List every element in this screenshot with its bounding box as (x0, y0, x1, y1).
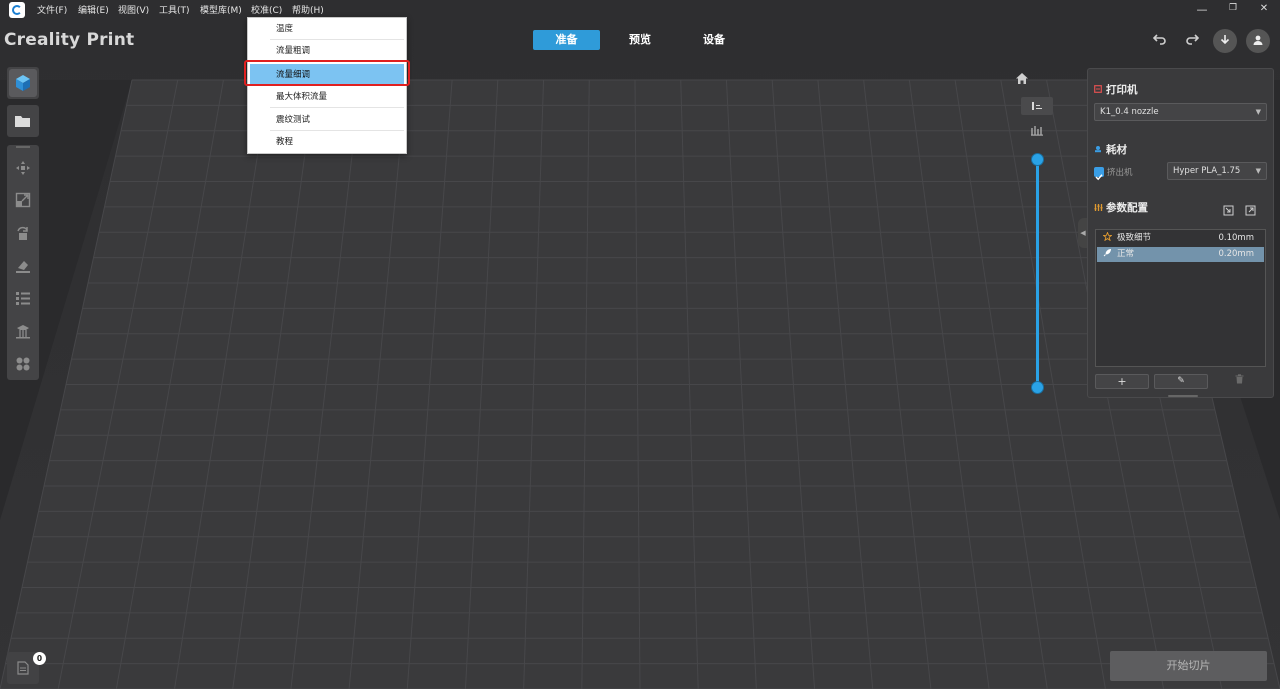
delete-profile-icon[interactable] (1233, 374, 1245, 388)
export-profile-icon[interactable] (1245, 201, 1257, 216)
start-slice-button[interactable]: 开始切片 (1110, 651, 1267, 681)
menu-item-vibration-test[interactable]: 震纹测试 (270, 109, 404, 131)
home-icon[interactable] (1014, 72, 1030, 88)
layer-slider-bottom-handle[interactable] (1031, 381, 1044, 394)
menu-calibration[interactable]: 校准(C) (251, 3, 282, 16)
tab-preview[interactable]: 预览 (616, 30, 664, 50)
app-title: Creality Print (4, 30, 135, 50)
chevron-down-icon: ▼ (1255, 167, 1261, 175)
minimize-icon[interactable]: — (1195, 3, 1209, 16)
scale-icon[interactable] (9, 186, 37, 214)
slice-view-icon[interactable] (1021, 121, 1053, 139)
filament-select-value: Hyper PLA_1.75 (1173, 166, 1241, 176)
right-settings-panel: 打印机 K1_0.4 nozzle ▼ 耗材 挤出机 Hyper PLA_1.7… (1087, 68, 1274, 398)
profile-name: 极致细节 (1117, 233, 1152, 243)
undo-icon[interactable] (1148, 29, 1172, 53)
menu-bar: 文件(F) 编辑(E) 视图(V) 工具(T) 模型库(M) 校准(C) 帮助(… (0, 0, 1280, 20)
chevron-down-icon: ▼ (1255, 108, 1261, 116)
menu-view[interactable]: 视图(V) (118, 3, 149, 16)
arrange-icon[interactable] (9, 350, 37, 378)
printer-icon (1094, 85, 1102, 96)
menu-tools[interactable]: 工具(T) (159, 3, 190, 16)
rocket-icon (1103, 247, 1112, 262)
close-icon[interactable]: ✕ (1257, 3, 1271, 14)
profile-layer-height: 0.10mm (1218, 233, 1255, 243)
import-profile-icon[interactable] (1223, 201, 1235, 216)
extruder-checkbox[interactable] (1094, 167, 1104, 181)
layout-list-icon[interactable] (9, 284, 37, 312)
profile-row-ultra-detail[interactable]: 极致细节 0.10mm (1097, 231, 1264, 246)
profile-settings-icon (1094, 203, 1103, 215)
menu-item-flow-coarse[interactable]: 流量粗调 (270, 40, 404, 62)
menu-file[interactable]: 文件(F) (37, 3, 67, 16)
menu-edit[interactable]: 编辑(E) (78, 3, 109, 16)
restore-icon[interactable]: ❐ (1226, 3, 1240, 13)
layer-slider-track[interactable] (1036, 159, 1039, 387)
printer-select[interactable]: K1_0.4 nozzle ▼ (1094, 103, 1267, 121)
menu-item-max-volumetric-flow[interactable]: 最大体积流量 (270, 86, 404, 108)
highlight-annotation-box (244, 60, 410, 86)
model-count-badge: 0 (33, 652, 46, 665)
profile-name: 正常 (1117, 249, 1135, 259)
layer-slider-top-handle[interactable] (1031, 153, 1044, 166)
profile-list: 极致细节 0.10mm 正常 0.20mm (1095, 229, 1266, 367)
tab-device[interactable]: 设备 (690, 30, 738, 50)
user-icon[interactable] (1246, 29, 1270, 53)
move-icon[interactable] (9, 154, 37, 182)
panel-resize-grip[interactable] (1168, 395, 1198, 397)
filament-section-title: 耗材 (1106, 144, 1127, 156)
profile-row-normal[interactable]: 正常 0.20mm (1097, 247, 1264, 262)
download-icon[interactable] (1213, 29, 1237, 53)
extruder-label: 挤出机 (1107, 168, 1133, 178)
tab-prepare[interactable]: 准备 (533, 30, 600, 50)
add-profile-button[interactable]: + (1095, 374, 1149, 389)
layer-view-icon[interactable] (1021, 97, 1053, 115)
cube-icon[interactable] (9, 69, 37, 97)
printer-section-title: 打印机 (1106, 84, 1138, 96)
app-logo-icon (9, 2, 25, 18)
profile-section-title: 参数配置 (1106, 202, 1148, 214)
menu-help[interactable]: 帮助(H) (292, 3, 324, 16)
filament-select[interactable]: Hyper PLA_1.75 ▼ (1167, 162, 1267, 180)
edit-profile-button[interactable]: ✎ (1154, 374, 1208, 389)
menu-item-temperature[interactable]: 温度 (270, 18, 404, 40)
toolbar-grip (16, 146, 30, 148)
printer-select-value: K1_0.4 nozzle (1100, 107, 1159, 117)
menu-model-library[interactable]: 模型库(M) (200, 3, 242, 16)
filament-icon (1094, 145, 1102, 156)
redo-icon[interactable] (1180, 29, 1204, 53)
lay-flat-icon[interactable] (9, 252, 37, 280)
rotate-icon[interactable] (9, 219, 37, 247)
support-icon[interactable] (9, 317, 37, 345)
menu-item-tutorial[interactable]: 教程 (270, 131, 404, 153)
profile-layer-height: 0.20mm (1218, 249, 1255, 259)
star-icon (1102, 231, 1113, 246)
open-folder-icon[interactable] (9, 107, 37, 135)
